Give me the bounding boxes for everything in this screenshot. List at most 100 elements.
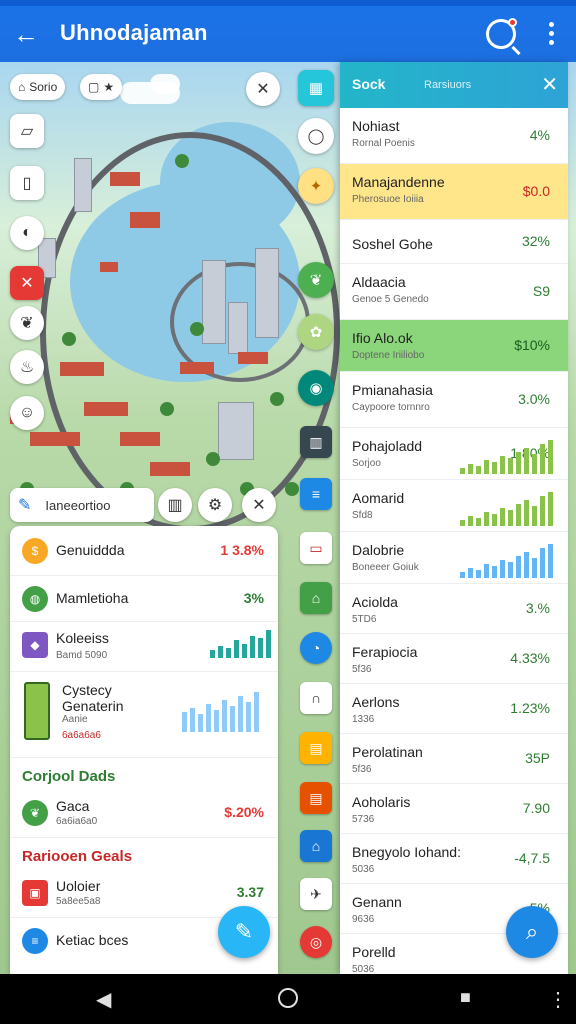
item-subtitle: Pherosuoe Ioiiia xyxy=(352,194,424,205)
item-name-2: Genaterin xyxy=(62,698,124,714)
house-icon[interactable]: ⌂ xyxy=(300,582,332,614)
list-item[interactable]: Ferapiocia 5f36 4.33% xyxy=(340,634,568,684)
list-item[interactable]: Bnegyolo Iohand: 5036 -4,7.5 xyxy=(340,834,568,884)
building-icon[interactable]: ⌂ xyxy=(300,830,332,862)
list-item[interactable]: Aldaacia Genoe 5 Genedo S9 xyxy=(340,264,568,320)
list-item[interactable]: Pmianahasia Caypoore tornnro 3.0% xyxy=(340,372,568,428)
fire-icon[interactable]: ♨ xyxy=(10,350,44,384)
camera-icon[interactable]: ◐ xyxy=(10,216,44,250)
list-item[interactable]: Aoholaris 5736 7.90 xyxy=(340,784,568,834)
leaf-icon[interactable]: ❦ xyxy=(298,262,334,298)
item-subtitle: Rornal Poenis xyxy=(352,138,415,149)
list-item[interactable]: Manajandenne Pherosuoe Ioiiia $0.0 xyxy=(340,164,568,220)
mini-chart xyxy=(460,490,553,526)
mini-chart xyxy=(460,438,553,474)
item-name: Aldaacia xyxy=(352,274,406,290)
star-icon[interactable]: ✦ xyxy=(298,168,334,204)
item-value: 4% xyxy=(529,127,550,143)
chart-icon[interactable]: ▥ xyxy=(158,488,192,522)
close-icon[interactable]: ✕ xyxy=(246,72,280,106)
list-item[interactable]: Soshel Gohe 32% xyxy=(340,220,568,264)
item-name: Koleeiss xyxy=(56,630,109,646)
nav-more-button[interactable]: ⋮ xyxy=(548,987,568,1012)
item-value: $0.0 xyxy=(522,183,550,199)
star-icon: ▢ xyxy=(88,80,100,94)
item-name: Pohajoladd xyxy=(352,438,423,454)
panel-title: Sock xyxy=(352,76,386,92)
more-vert-icon[interactable] xyxy=(543,20,559,48)
chat-icon[interactable]: ◔ xyxy=(300,632,332,664)
item-subtitle: Bamd 5090 xyxy=(56,650,108,661)
sprout-icon[interactable]: ✿ xyxy=(298,314,334,350)
item-value: 1.23% xyxy=(510,700,550,716)
item-subtitle: 5TD6 xyxy=(352,614,377,625)
item-name: Ferapiocia xyxy=(352,644,418,660)
phone-icon[interactable]: ▯ xyxy=(10,166,44,200)
item-subtitle: Sfd8 xyxy=(352,510,373,521)
list-item[interactable]: Aciolda 5TD6 3.% xyxy=(340,584,568,634)
mini-chart xyxy=(182,692,259,732)
item-name: Soshel Gohe xyxy=(352,236,433,252)
nav-recents-button[interactable]: ■ xyxy=(460,987,471,1008)
item-subtitle: 5036 xyxy=(352,964,375,974)
item-name: Perolatinan xyxy=(352,744,423,760)
map-chip-favorite[interactable]: ▢ ★ xyxy=(80,74,123,100)
list-item[interactable]: ❦ Gaca 6a6ia6a0 $.20% xyxy=(10,790,278,838)
list-item[interactable]: Nohiast Rornal Poenis 4% xyxy=(340,108,568,164)
cube-icon: ◆ xyxy=(22,632,48,658)
list-item[interactable]: ◍ Mamletioha 3% xyxy=(10,576,278,622)
item-subtitle: 5f36 xyxy=(352,664,372,675)
item-name: Aomarid xyxy=(352,490,405,506)
item-subtitle: 1336 xyxy=(352,714,375,725)
shop-icon[interactable]: ▤ xyxy=(300,732,332,764)
item-name: Ketiac bces xyxy=(56,932,129,948)
person-icon[interactable]: ☺ xyxy=(10,396,44,430)
grid-icon[interactable]: ▦ xyxy=(298,70,334,106)
list-item[interactable]: Dalobrie Boneeer Goiuk xyxy=(340,532,568,584)
list-item[interactable]: Ifio Alo.ok Doptene Iriiliobo $10% xyxy=(340,320,568,372)
nav-back-button[interactable]: ◀ xyxy=(96,987,111,1012)
system-nav-bar: ◀ ■ ⋮ xyxy=(0,974,576,1024)
list-item[interactable]: Aomarid Sfd8 xyxy=(340,480,568,532)
tag-icon[interactable]: ◯ xyxy=(298,118,334,154)
item-value: 3.% xyxy=(525,600,550,616)
close-search-icon[interactable]: ✕ xyxy=(242,488,276,522)
list-item[interactable]: Perolatinan 5f36 35P xyxy=(340,734,568,784)
edit-fab[interactable]: ✎ xyxy=(218,906,270,958)
gate-icon[interactable]: ∩ xyxy=(300,682,332,714)
item-name: Ifio Alo.ok xyxy=(352,330,413,346)
plane-icon[interactable]: ✈ xyxy=(300,878,332,910)
list-item[interactable]: Cystecy Genaterin Aanie 6a6a6a6 xyxy=(10,672,278,758)
item-value: $.20% xyxy=(224,804,264,820)
leaf-icon[interactable]: ❦ xyxy=(10,306,44,340)
arrow-left-icon[interactable]: ← xyxy=(12,20,40,48)
list-item[interactable]: Aerlons 1336 1.23% xyxy=(340,684,568,734)
search-fab[interactable]: ⌕ xyxy=(506,906,558,958)
list-item[interactable]: ◆ Koleeiss Bamd 5090 xyxy=(10,622,278,672)
filter-icon[interactable]: ⚙ xyxy=(198,488,232,522)
warning-icon[interactable]: ✕ xyxy=(10,266,44,300)
store-icon[interactable]: ▤ xyxy=(300,782,332,814)
item-value: 35P xyxy=(525,750,550,766)
flag-icon: ▣ xyxy=(22,880,48,906)
item-value: 4.33% xyxy=(510,650,550,666)
target-icon[interactable]: ◎ xyxy=(300,926,332,958)
search-label: Ianeeortioo xyxy=(45,497,111,513)
list-item[interactable]: $ Genuiddda 1 3.8% xyxy=(10,526,278,576)
section-title: Corjool Dads xyxy=(22,768,116,785)
map-chip-sorio[interactable]: ⌂ Sorio xyxy=(10,74,66,100)
item-subtitle: Caypoore tornnro xyxy=(352,402,430,413)
item-value: 1 3.8% xyxy=(220,542,264,558)
tower-icon[interactable]: ▥ xyxy=(300,426,332,458)
right-panel: Sock Rarsiuors ✕ Nohiast Rornal Poenis 4% M… xyxy=(340,62,568,974)
bus-icon[interactable]: ▭ xyxy=(300,532,332,564)
document-icon[interactable]: ≡ xyxy=(300,478,332,510)
bank-icon[interactable]: ◉ xyxy=(298,370,334,406)
search-icon[interactable] xyxy=(486,18,521,56)
layers-icon[interactable]: ▱ xyxy=(10,114,44,148)
nav-home-button[interactable] xyxy=(278,988,298,1008)
map-search-box[interactable]: ✎ Ianeeortioo xyxy=(10,488,154,522)
item-subtitle: 5036 xyxy=(352,864,375,875)
list-item[interactable]: Pohajoladd Sorjoo 1.80% xyxy=(340,428,568,480)
close-icon[interactable]: ✕ xyxy=(541,72,558,97)
